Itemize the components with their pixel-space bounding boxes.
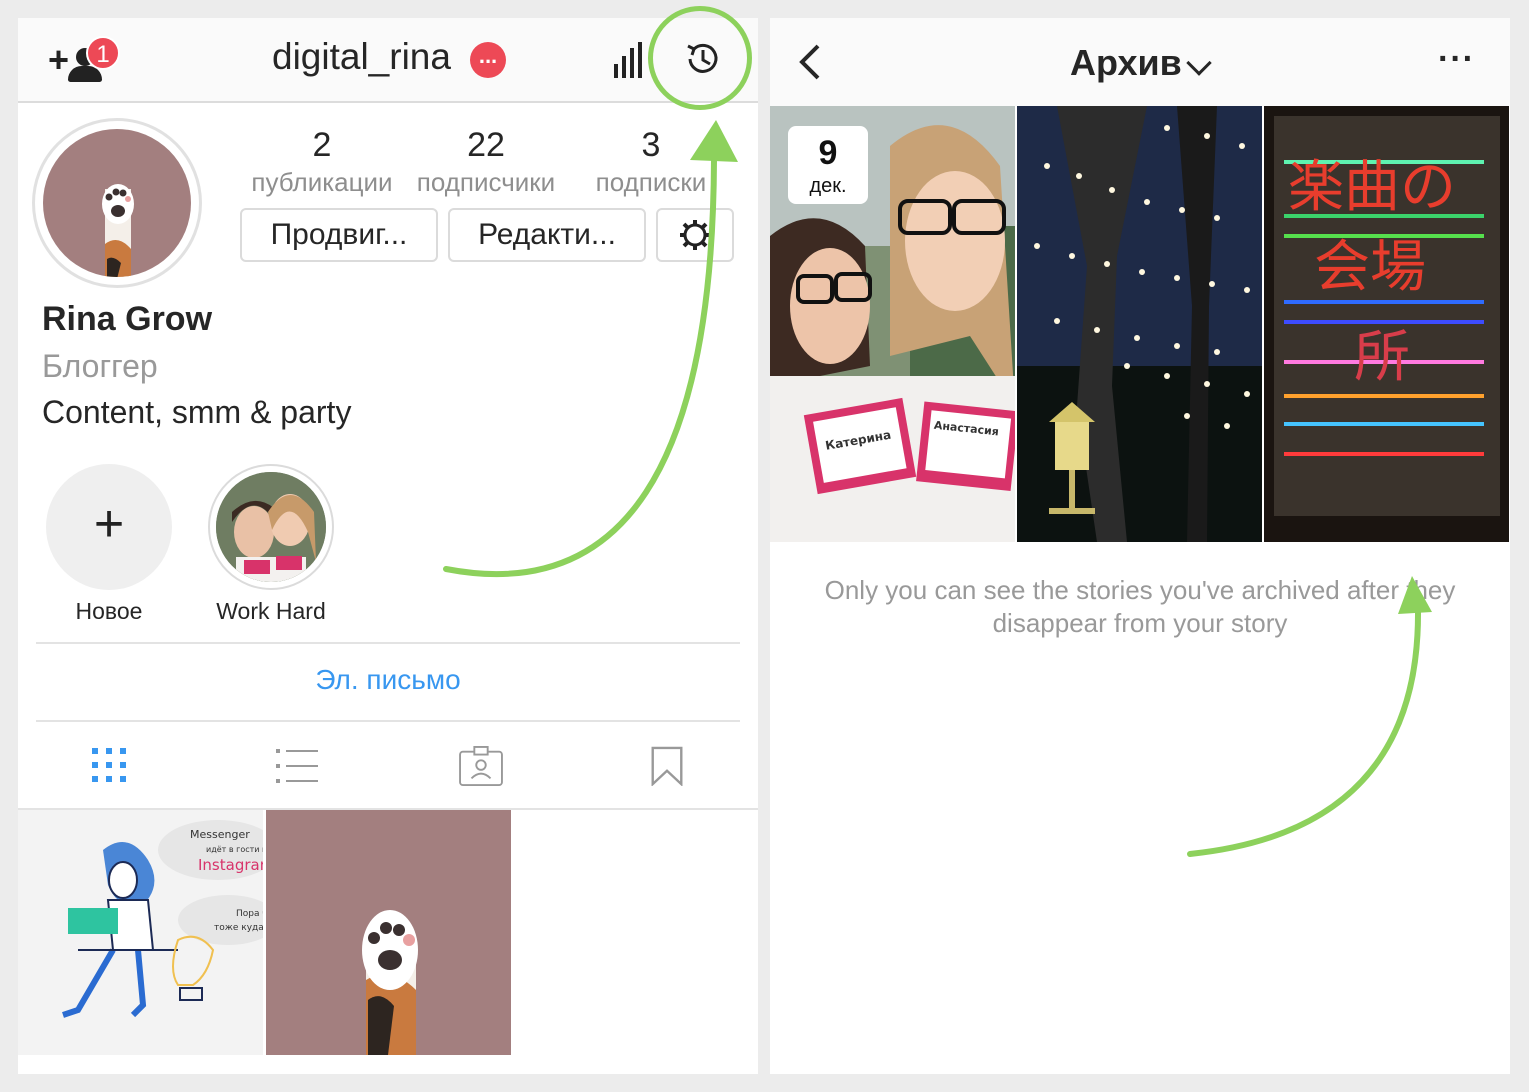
profile-screen: + 1 digital_rina ... 2 публикации 22 под… (18, 6, 758, 1074)
add-person-button[interactable]: + 1 (48, 36, 138, 86)
neon-sign-text: 楽曲の (1288, 155, 1456, 220)
highlight-cover (208, 464, 334, 590)
screenshot-stage: + 1 digital_rina ... 2 публикации 22 под… (0, 0, 1529, 1092)
post-text: Instagram (198, 856, 263, 874)
story-image (1017, 106, 1262, 542)
archive-screen: Архив ··· Катерина Анастасия 9 дек. 楽曲の … (770, 18, 1510, 1074)
post-text: Messenger (190, 828, 250, 841)
highlight-new[interactable]: + Новое (46, 464, 172, 625)
archive-privacy-note: Only you can see the stories you've arch… (824, 575, 1456, 638)
divider (36, 642, 740, 644)
post-text: идёт в гости к (206, 845, 263, 854)
stat-value: 3 (641, 126, 661, 164)
stat-label: публикации (251, 167, 393, 197)
post-text: тоже куда-т (214, 923, 263, 933)
highlight-new-circle: + (46, 464, 172, 590)
stat-following[interactable]: 3 подписки (586, 126, 716, 198)
promote-button[interactable]: Продвиг... (240, 208, 438, 262)
stat-followers[interactable]: 22 подписчики (406, 126, 566, 198)
archive-title[interactable]: Архив (1070, 42, 1182, 84)
post-text: Пора б (236, 909, 263, 919)
stat-value: 22 (467, 126, 505, 164)
highlight-work-hard[interactable]: Work Hard (208, 464, 334, 625)
tagged-photos-tab-icon[interactable] (458, 746, 504, 786)
list-view-tab-icon[interactable] (276, 746, 318, 786)
archive-icon-highlight-circle (648, 6, 752, 110)
archived-story-selfie[interactable]: Катерина Анастасия 9 дек. (770, 106, 1015, 542)
grid-post-illustration[interactable]: Messenger идёт в гости к Instagram Пора … (18, 810, 263, 1055)
profile-display-name: Rina Grow (42, 300, 213, 338)
story-date-month: дек. (809, 175, 847, 197)
profile-header: + 1 digital_rina ... (18, 6, 758, 110)
settings-button[interactable] (656, 208, 734, 262)
stat-value: 2 (312, 126, 332, 164)
selfie-thumbnail (216, 472, 326, 582)
story-image: 楽曲の 会場 所 (1264, 106, 1509, 542)
notification-badge: 1 (86, 36, 120, 70)
plus-icon: + (93, 495, 125, 553)
back-chevron-icon[interactable] (796, 44, 826, 80)
profile-avatar[interactable] (32, 118, 202, 288)
post-image (266, 810, 511, 1055)
post-image: Messenger идёт в гости к Instagram Пора … (18, 810, 263, 1055)
stat-label: подписки (595, 167, 707, 197)
avatar-image (43, 129, 191, 277)
profile-category: Блоггер (42, 348, 158, 384)
archive-header: Архив ··· (770, 18, 1510, 106)
more-options-icon[interactable]: ··· (1438, 40, 1475, 79)
neon-sign-text: 所 (1354, 325, 1410, 390)
grid-view-tab-icon[interactable] (92, 746, 128, 786)
divider (36, 720, 740, 722)
archived-story-neon[interactable]: 楽曲の 会場 所 (1264, 106, 1509, 542)
gear-icon (680, 220, 710, 250)
highlight-label: Work Hard (216, 598, 326, 624)
chevron-down-icon[interactable] (1186, 50, 1212, 76)
stat-label: подписчики (416, 167, 556, 197)
edit-profile-button[interactable]: Редакти... (448, 208, 646, 262)
archived-story-lights[interactable] (1017, 106, 1262, 542)
stat-posts[interactable]: 2 публикации (244, 126, 400, 198)
username-status-badge: ... (470, 42, 506, 78)
email-link[interactable]: Эл. письмо (18, 664, 758, 696)
story-date-day: 9 (818, 134, 838, 172)
plus-icon: + (48, 39, 70, 80)
neon-sign-text: 会場 (1314, 235, 1426, 300)
highlight-label: Новое (75, 598, 143, 624)
cat-paw-illustration (102, 184, 134, 277)
profile-username[interactable]: digital_rina (272, 36, 451, 78)
story-date-badge: 9 дек. (788, 126, 868, 204)
grid-post-cat-paw[interactable] (266, 810, 511, 1055)
saved-bookmark-tab-icon[interactable] (650, 746, 684, 786)
profile-bio: Content, smm & party (42, 394, 352, 430)
insights-icon[interactable] (614, 42, 648, 78)
